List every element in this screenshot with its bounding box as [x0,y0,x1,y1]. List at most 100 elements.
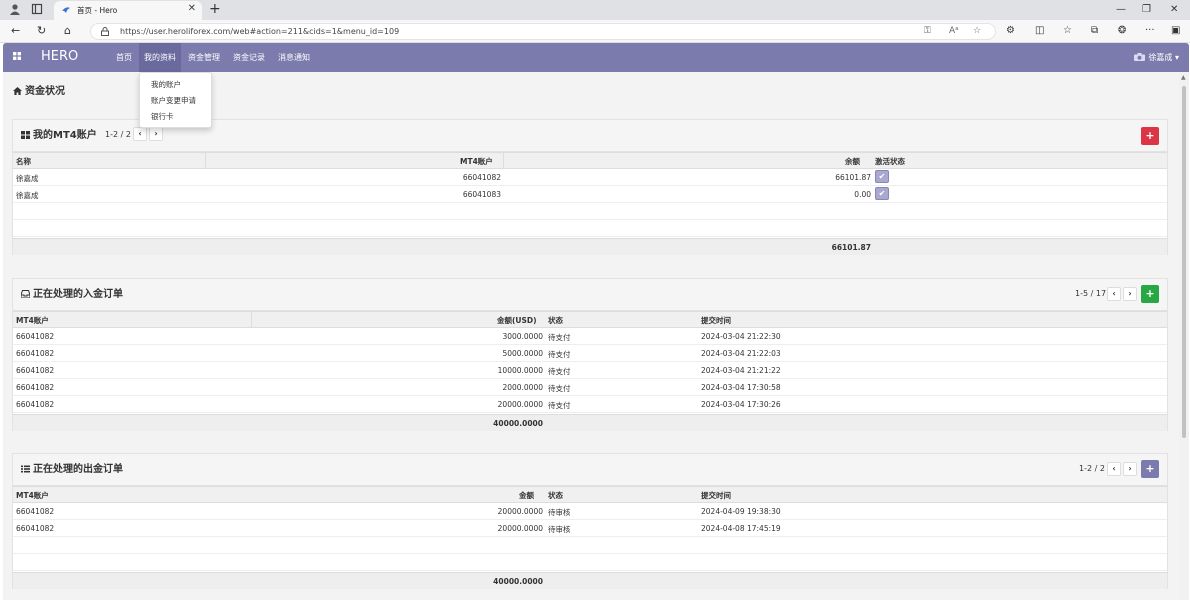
camera-icon [1134,53,1146,61]
cell-account: 66041083 [462,190,501,199]
scrollbar-thumb[interactable] [1182,86,1186,438]
cell-account: 66041082 [16,507,55,516]
brand-logo[interactable]: HERO [41,49,78,64]
cell-time: 2024-03-04 17:30:26 [701,400,781,409]
sidebar-icon[interactable]: ▣ [1171,25,1180,37]
minimize-icon[interactable]: — [1116,3,1126,17]
browser-tab-active[interactable]: 首页 - Hero ✕ [54,1,202,20]
table-row[interactable]: 66041082 20000.0000 待审核 2024-04-08 17:45… [13,520,1167,537]
col-balance: 余额 [845,157,860,166]
favorite-star-icon[interactable]: ☆ [973,26,981,36]
table-row[interactable]: 66041082 20000.0000 待支付 2024-03-04 17:30… [13,396,1167,413]
col-mt4-account: MT4账户 [16,316,49,325]
caret-down-icon: ▾ [1174,53,1179,62]
favorites-icon[interactable]: ☆ [1063,25,1072,37]
active-checkbox[interactable]: ✔ [875,170,889,183]
menu-fund-records[interactable]: 资金记录 [228,43,270,72]
table-header: MT4账户 金额(USD) 状态 提交时间 [13,311,1167,328]
back-icon[interactable]: ← [11,24,20,38]
menu-home[interactable]: 首页 [111,43,137,72]
url-input[interactable]: https://user.heroliforex.com/web#action=… [90,23,996,40]
home-icon [13,87,22,95]
col-active-status: 激活状态 [875,157,905,166]
col-submit-time: 提交时间 [701,491,731,500]
cell-name: 徐嘉成 [16,174,39,183]
table-row[interactable]: 66041082 20000.0000 待审核 2024-04-09 19:38… [13,503,1167,520]
split-screen-icon[interactable]: ◫ [1035,25,1044,37]
col-mt4-account: MT4账户 [460,157,493,166]
menu-fund-management[interactable]: 资金管理 [183,43,225,72]
panel-title-text: 我的MT4账户 [33,130,97,141]
table-row[interactable]: 徐嘉成 66041083 0.00 ✔ [13,186,1167,203]
next-page-button[interactable]: › [1123,462,1137,476]
new-tab-icon[interactable]: + [209,1,221,17]
cell-time: 2024-03-04 21:22:03 [701,349,781,358]
prev-page-button[interactable]: ‹ [1107,287,1121,301]
cell-time: 2024-03-04 17:30:58 [701,383,781,392]
more-icon[interactable]: ··· [1145,25,1155,37]
prev-page-button[interactable]: ‹ [1107,462,1121,476]
panel-header: 正在处理的入金订单 1-5 / 17 ‹ › + [13,279,1167,311]
prev-page-button[interactable]: ‹ [133,127,147,141]
collections-icon[interactable]: ⧉ [1091,25,1098,37]
pager-count: 1-5 / 17 [1075,289,1107,298]
table-row[interactable]: 66041082 3000.0000 待支付 2024-03-04 21:22:… [13,328,1167,345]
col-submit-time: 提交时间 [701,316,731,325]
mt4-accounts-panel: 我的MT4账户 1-2 / 2 ‹ › + 名称 MT4账户 余额 激活状态 徐… [12,119,1168,255]
close-window-icon[interactable]: ✕ [1170,3,1178,17]
extensions-icon[interactable]: ⚙ [1006,25,1015,37]
apps-grid-icon[interactable] [13,52,21,60]
table-row-empty [13,554,1167,571]
read-aloud-icon[interactable]: Aᵃ [949,26,959,36]
profile-icon[interactable] [8,3,22,17]
table-row[interactable]: 66041082 5000.0000 待支付 2024-03-04 21:22:… [13,345,1167,362]
cell-time: 2024-04-09 19:38:30 [701,507,781,516]
next-page-button[interactable]: › [149,127,163,141]
table-row-empty [13,537,1167,554]
scrollbar[interactable]: ▲ [1179,72,1189,600]
col-status: 状态 [548,491,563,500]
user-menu[interactable]: 徐嘉成 ▾ [1134,52,1179,63]
scroll-up-icon[interactable]: ▲ [1181,74,1186,81]
dropdown-my-account[interactable]: 我的账户 [151,79,181,90]
menu-notifications[interactable]: 消息通知 [273,43,315,72]
key-icon[interactable]: ⚿ [924,26,931,36]
profile-dropdown-menu: 我的账户 账户变更申请 银行卡 [139,72,212,128]
tab-title: 首页 - Hero [77,6,118,15]
cell-account: 66041082 [16,349,55,358]
cell-amount: 20000.0000 [497,507,543,516]
table-footer: 40000.0000 [13,414,1167,431]
inbox-icon [21,290,30,298]
cell-status: 待审核 [548,525,571,534]
active-checkbox[interactable]: ✔ [875,187,889,200]
browser-tab-bar: 首页 - Hero ✕ + — ❐ ✕ [0,0,1190,20]
next-page-button[interactable]: › [1123,287,1137,301]
url-text: https://user.heroliforex.com/web#action=… [120,27,400,36]
table-footer: 66101.87 [13,238,1167,255]
home-browser-icon[interactable]: ⌂ [64,24,71,38]
col-divider [503,153,504,169]
grid-icon [21,131,30,139]
add-account-button[interactable]: + [1141,127,1159,145]
copilot-icon[interactable]: ❂ [1118,25,1126,37]
tab-actions-icon[interactable] [30,3,44,17]
table-row[interactable]: 66041082 2000.0000 待支付 2024-03-04 17:30:… [13,379,1167,396]
dropdown-account-change[interactable]: 账户变更申请 [151,95,196,106]
menu-my-profile[interactable]: 我的资料 [139,43,181,72]
cell-account: 66041082 [462,173,501,182]
table-row[interactable]: 66041082 10000.0000 待支付 2024-03-04 21:21… [13,362,1167,379]
cell-account: 66041082 [16,400,55,409]
col-divider [251,312,252,328]
cell-time: 2024-03-04 21:21:22 [701,366,781,375]
restore-icon[interactable]: ❐ [1142,3,1151,17]
list-icon [21,465,30,473]
cell-amount: 20000.0000 [497,400,543,409]
close-tab-icon[interactable]: ✕ [188,3,196,14]
add-withdrawal-button[interactable]: + [1141,460,1159,478]
cell-account: 66041082 [16,332,55,341]
refresh-icon[interactable]: ↻ [37,24,46,38]
dropdown-bank-card[interactable]: 银行卡 [151,111,174,122]
col-mt4-account: MT4账户 [16,491,49,500]
add-deposit-button[interactable]: + [1141,285,1159,303]
table-row[interactable]: 徐嘉成 66041082 66101.87 ✔ [13,169,1167,186]
